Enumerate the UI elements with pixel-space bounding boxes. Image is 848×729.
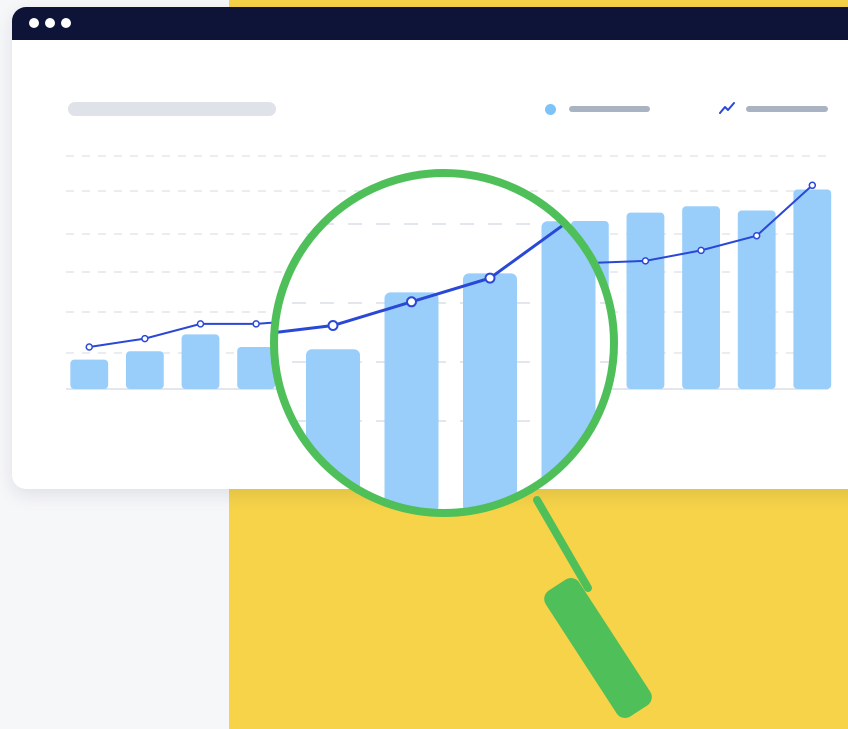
bar bbox=[125, 351, 164, 389]
bar bbox=[70, 359, 109, 389]
line-point bbox=[484, 272, 496, 284]
line-point bbox=[327, 320, 339, 332]
line-point bbox=[250, 331, 259, 340]
line-point bbox=[406, 296, 417, 308]
bar bbox=[541, 221, 596, 512]
bar bbox=[384, 292, 439, 512]
magnifier-shaft bbox=[533, 496, 592, 592]
line-point bbox=[697, 246, 705, 255]
bar bbox=[682, 206, 720, 389]
line-point bbox=[641, 257, 650, 265]
line-point bbox=[808, 181, 817, 190]
line-point bbox=[643, 193, 652, 202]
line-point bbox=[85, 343, 93, 351]
bar bbox=[626, 212, 665, 389]
line-point bbox=[141, 334, 149, 343]
magnifier-handle bbox=[544, 578, 652, 718]
bar bbox=[463, 273, 517, 512]
line-point bbox=[252, 320, 260, 328]
bar bbox=[181, 334, 220, 389]
bar bbox=[793, 189, 832, 389]
bar-line-chart bbox=[66, 155, 832, 718]
line-point bbox=[752, 231, 761, 240]
bar bbox=[237, 347, 276, 389]
line-point bbox=[196, 320, 205, 328]
bar bbox=[274, 387, 282, 512]
